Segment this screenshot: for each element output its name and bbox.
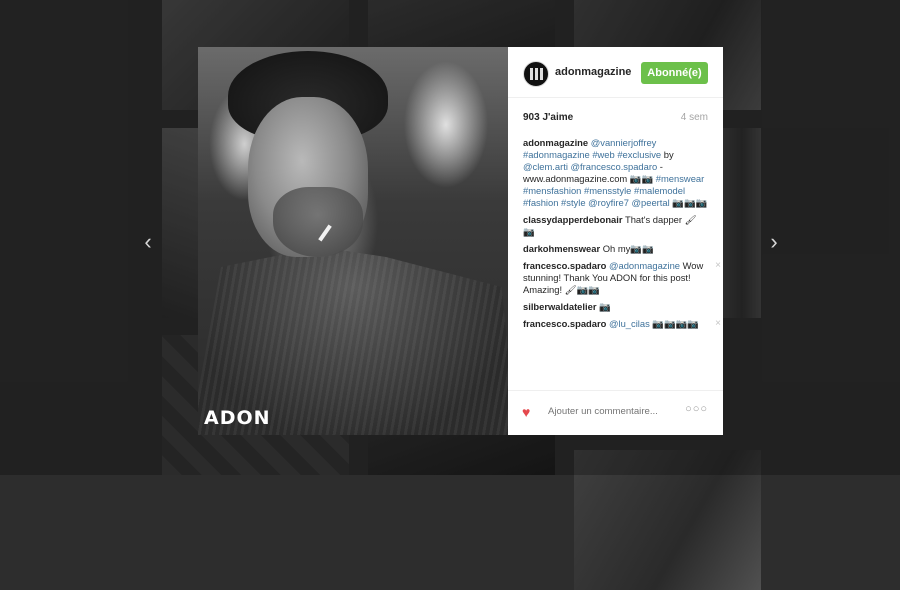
following-button[interactable]: Abonné(e)	[641, 62, 708, 84]
comment: silberwaldatelier 📷	[523, 301, 708, 313]
post-photo[interactable]: ADON	[198, 47, 508, 435]
comment-mention[interactable]: @adonmagazine	[609, 260, 680, 271]
previous-post-arrow[interactable]: ‹	[140, 230, 156, 254]
comment-text: 📷📷📷📷	[652, 318, 700, 329]
comment-user[interactable]: francesco.spadaro	[523, 318, 606, 329]
comment-text: 📷	[599, 301, 611, 312]
caption-text: 📷📷📷	[669, 197, 708, 208]
comment: classydapperdebonair That's dapper 🖌📷	[523, 214, 708, 238]
add-comment-input[interactable]	[546, 405, 680, 418]
heart-icon[interactable]: ♥	[522, 404, 530, 420]
comment: darkohmenswear Oh my📷📷	[523, 243, 708, 255]
post-sidebar: adonmagazine Abonné(e) 903 J'aime 4 sem …	[508, 47, 723, 435]
adon-logo: ADON	[204, 407, 271, 429]
caption-text: by	[661, 149, 674, 160]
caption: adonmagazine @vannierjoffrey #adonmagazi…	[523, 137, 708, 209]
caption-hashtags[interactable]: #adonmagazine #web #exclusive	[523, 149, 661, 160]
delete-comment-icon[interactable]: ×	[715, 260, 721, 272]
comment-mention[interactable]: @lu_cilas	[609, 318, 650, 329]
comment: francesco.spadaro @adonmagazine Wow stun…	[523, 260, 721, 296]
delete-comment-icon[interactable]: ×	[715, 318, 721, 330]
avatar[interactable]	[523, 61, 549, 87]
comment: francesco.spadaro @lu_cilas 📷📷📷📷 ×	[523, 318, 721, 330]
likes-count[interactable]: 903 J'aime	[523, 112, 573, 123]
comment-user[interactable]: classydapperdebonair	[523, 214, 623, 225]
post-footer: ♥ ○○○	[508, 390, 723, 436]
post-modal: ADON adonmagazine Abonné(e) 903 J'aime 4…	[198, 47, 723, 435]
next-post-arrow[interactable]: ›	[766, 230, 782, 254]
comment-user[interactable]: adonmagazine	[523, 137, 588, 148]
comment-user[interactable]: darkohmenswear	[523, 243, 600, 254]
comment-user[interactable]: francesco.spadaro	[523, 260, 606, 271]
comment-user[interactable]: silberwaldatelier	[523, 301, 596, 312]
post-header: adonmagazine Abonné(e)	[508, 47, 723, 98]
comments-list: adonmagazine @vannierjoffrey #adonmagazi…	[523, 137, 721, 335]
username-link[interactable]: adonmagazine	[555, 66, 631, 78]
caption-mentions[interactable]: @clem.arti @francesco.spadaro	[523, 161, 657, 172]
caption-mention[interactable]: @vannierjoffrey	[591, 137, 657, 148]
photo-beard	[273, 187, 363, 257]
comment-text: Oh my📷📷	[602, 243, 654, 254]
post-time[interactable]: 4 sem	[681, 112, 708, 123]
more-options-icon[interactable]: ○○○	[685, 403, 708, 415]
